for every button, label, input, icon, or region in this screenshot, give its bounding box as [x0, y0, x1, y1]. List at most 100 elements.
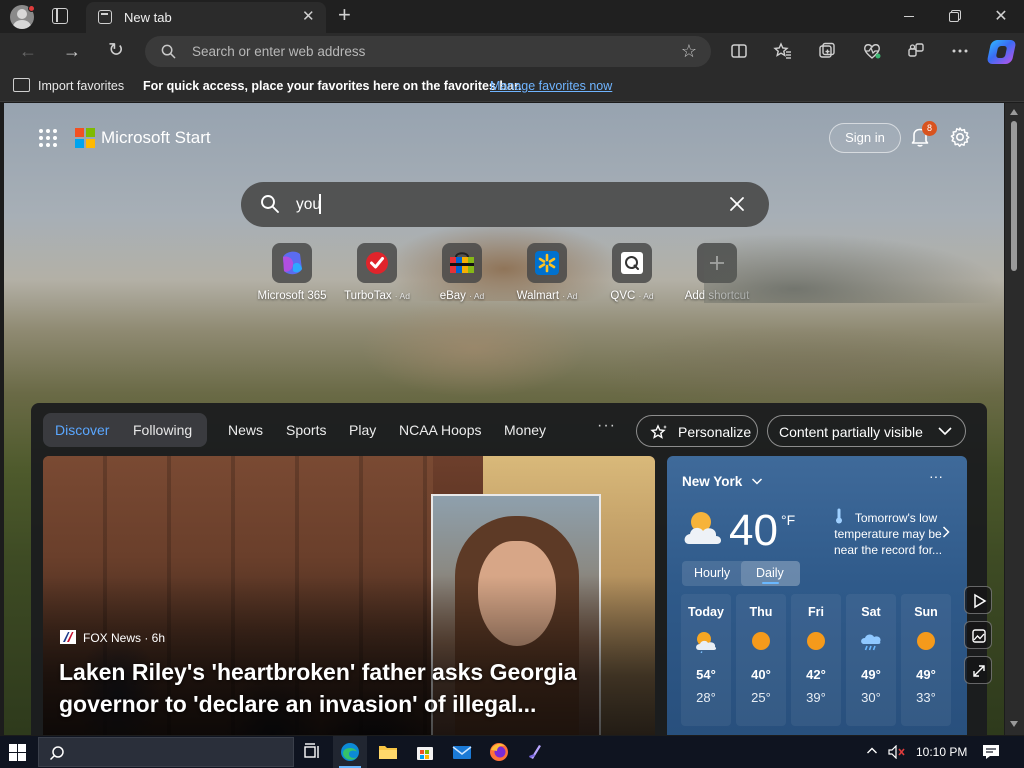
- address-bar[interactable]: Search or enter web address ☆: [145, 36, 711, 67]
- tab-actions-icon[interactable]: [52, 8, 68, 24]
- weather-card[interactable]: New York ··· 40 °F Tomorrow's low temper…: [667, 456, 967, 735]
- forecast-day[interactable]: Fri 42° 39°: [791, 594, 841, 726]
- hero-article[interactable]: FOX News · 6h Laken Riley's 'heartbroken…: [43, 456, 655, 735]
- terminal-app-icon[interactable]: [525, 741, 547, 763]
- feed-nav-ncaa-hoops[interactable]: NCAA Hoops: [399, 422, 481, 438]
- weather-more-button[interactable]: ···: [929, 468, 943, 484]
- task-view-icon[interactable]: [301, 741, 323, 763]
- change-background-button[interactable]: [964, 621, 992, 649]
- sign-in-button[interactable]: Sign in: [829, 123, 901, 153]
- microsoft-logo-icon: [75, 128, 95, 148]
- walmart-icon: [527, 243, 567, 283]
- restore-button[interactable]: [944, 6, 966, 26]
- personalize-button[interactable]: Personalize: [636, 415, 758, 447]
- notification-center-icon[interactable]: [982, 744, 1000, 760]
- settings-more-icon[interactable]: [950, 41, 970, 61]
- scroll-up-arrow-icon[interactable]: [1010, 109, 1018, 115]
- search-input[interactable]: you: [296, 196, 321, 214]
- close-window-button[interactable]: ✕: [990, 6, 1012, 26]
- forecast-day-name: Today: [688, 605, 724, 619]
- feed-more-button[interactable]: ···: [597, 417, 616, 435]
- title-bar: New tab ✕ + ✕: [0, 0, 1024, 33]
- feed-nav-news[interactable]: News: [228, 422, 263, 438]
- brand-title[interactable]: Microsoft Start: [101, 128, 211, 148]
- microsoft-store-icon[interactable]: [414, 741, 436, 763]
- hourly-tab[interactable]: Hourly: [694, 566, 730, 580]
- browser-essentials-icon[interactable]: [862, 41, 882, 61]
- volume-muted-icon[interactable]: [888, 745, 906, 759]
- current-temperature: 40: [729, 506, 778, 555]
- favorites-icon[interactable]: [773, 41, 793, 61]
- profile-status-dot: [28, 5, 35, 12]
- quick-links: Microsoft 365 TurboTax · Ad eBay · Ad Wa…: [4, 243, 1004, 303]
- scroll-thumb[interactable]: [1011, 121, 1017, 271]
- edge-browser-icon[interactable]: [339, 741, 361, 763]
- chevron-down-icon[interactable]: [751, 476, 763, 486]
- feed-mode-switch: Discover Following: [43, 413, 207, 447]
- feed-nav-money[interactable]: Money: [504, 422, 546, 438]
- windows-start-icon[interactable]: [9, 744, 26, 761]
- forecast-low: 28°: [696, 690, 716, 705]
- forecast-day[interactable]: Today 54° 28°: [681, 594, 731, 726]
- article-source: FOX News · 6h: [83, 631, 166, 645]
- scroll-down-arrow-icon[interactable]: [1010, 721, 1018, 727]
- partly-cloudy-icon: [684, 512, 722, 544]
- manage-favorites-link[interactable]: Manage favorites now: [490, 79, 612, 93]
- feed-nav-sports[interactable]: Sports: [286, 422, 326, 438]
- forecast-high: 49°: [916, 667, 936, 682]
- forecast-day[interactable]: Sun 49° 33°: [901, 594, 951, 726]
- forecast-day[interactable]: Thu 40° 25°: [736, 594, 786, 726]
- favorites-bar-hint: For quick access, place your favorites h…: [143, 79, 522, 93]
- import-favorites-button[interactable]: Import favorites: [38, 79, 124, 93]
- image-icon: [972, 629, 986, 643]
- chevron-right-icon[interactable]: [942, 526, 950, 538]
- qvc-icon: [612, 243, 652, 283]
- tab-discover[interactable]: Discover: [55, 422, 109, 438]
- forecast-high: 54°: [696, 667, 716, 682]
- daily-tab[interactable]: Daily: [756, 566, 784, 580]
- forecast-day[interactable]: Sat 49° 30°: [846, 594, 896, 726]
- sun-icon: [917, 632, 935, 650]
- expand-button[interactable]: [964, 656, 992, 684]
- mail-icon[interactable]: [451, 741, 473, 763]
- text-cursor: [319, 194, 321, 214]
- search-icon: [49, 746, 64, 761]
- tab-new-tab[interactable]: New tab ✕: [86, 2, 326, 33]
- weather-alert-text[interactable]: Tomorrow's low temperature may be near t…: [823, 510, 953, 558]
- new-tab-button[interactable]: +: [338, 4, 351, 26]
- split-screen-icon[interactable]: [729, 41, 749, 61]
- app-launcher-icon[interactable]: [38, 128, 58, 148]
- favorite-star-icon[interactable]: ☆: [681, 41, 697, 62]
- weather-city[interactable]: New York: [682, 474, 742, 489]
- shortcut-add[interactable]: Add shortcut: [667, 243, 767, 302]
- shortcut-label: eBay: [439, 290, 466, 302]
- firefox-icon[interactable]: [488, 741, 510, 763]
- tab-close-icon[interactable]: ✕: [302, 7, 318, 25]
- article-headline[interactable]: Laken Riley's 'heartbroken' father asks …: [59, 656, 619, 720]
- copilot-icon[interactable]: [986, 40, 1017, 64]
- feed-nav-play[interactable]: Play: [349, 422, 376, 438]
- content-visibility-dropdown[interactable]: Content partially visible: [767, 415, 966, 447]
- forecast-toggle: Hourly Daily: [682, 561, 800, 586]
- back-button[interactable]: ←: [15, 39, 41, 63]
- taskbar-search-box[interactable]: [38, 737, 294, 767]
- forecast-low: 39°: [806, 690, 826, 705]
- address-placeholder: Search or enter web address: [192, 44, 366, 59]
- tab-following[interactable]: Following: [133, 422, 192, 438]
- import-favorites-icon: [13, 78, 30, 92]
- clear-search-icon[interactable]: [727, 194, 747, 214]
- settings-gear-icon[interactable]: [949, 126, 971, 148]
- minimize-button[interactable]: [898, 6, 920, 26]
- web-search-box[interactable]: you: [241, 182, 769, 227]
- refresh-button[interactable]: ↻: [103, 39, 129, 63]
- forward-button[interactable]: →: [59, 39, 85, 63]
- page-scrollbar[interactable]: [1005, 103, 1024, 735]
- chevron-up-icon[interactable]: [866, 746, 878, 756]
- taskbar-clock[interactable]: 10:10 PM: [916, 745, 967, 759]
- collections-icon[interactable]: [817, 41, 837, 61]
- extensions-icon[interactable]: [906, 41, 926, 61]
- play-video-button[interactable]: [964, 586, 992, 614]
- file-explorer-icon[interactable]: [377, 741, 399, 763]
- ad-label: · Ad: [638, 291, 654, 301]
- favorites-bar: Import favorites For quick access, place…: [0, 70, 1024, 102]
